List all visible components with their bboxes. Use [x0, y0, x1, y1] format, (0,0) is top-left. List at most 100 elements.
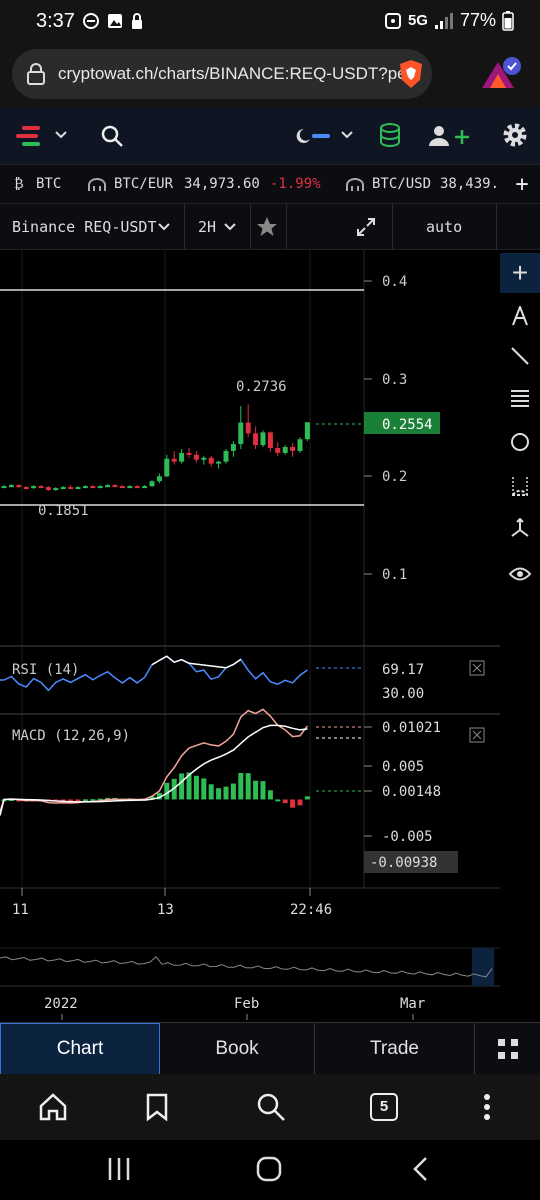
histogram-bar [201, 778, 207, 800]
url-text[interactable]: cryptowat.ch/charts/BINANCE:REQ-USDT?per [58, 64, 418, 84]
last-price-value: 0.2554 [382, 417, 433, 433]
hline-tool[interactable] [500, 378, 540, 418]
candle-body [16, 485, 22, 488]
home-button-icon[interactable] [256, 1156, 282, 1182]
credits-stack-icon[interactable] [378, 122, 402, 150]
candle-body [127, 486, 133, 489]
candle-body [253, 433, 259, 446]
text-a-icon [512, 306, 528, 326]
gear-icon[interactable] [502, 122, 528, 148]
tab-trade[interactable]: Trade [315, 1023, 475, 1075]
rsi-close-button[interactable] [469, 660, 485, 676]
status-time: 3:37 [36, 10, 75, 32]
divider [496, 204, 497, 250]
candle-body [201, 457, 207, 460]
chevron-down-icon[interactable] [54, 130, 68, 140]
candle-body [97, 486, 103, 489]
measure-tool[interactable] [500, 508, 540, 548]
theme-toggle-icon[interactable] [292, 126, 332, 146]
macd-close-button[interactable] [469, 727, 485, 743]
padlock-icon[interactable] [26, 63, 46, 85]
candle-body [245, 422, 251, 434]
add-account-icon[interactable] [428, 124, 472, 148]
candle-body [193, 454, 199, 460]
brave-shield-icon[interactable] [396, 58, 426, 90]
tabs-count-button[interactable]: 5 [370, 1093, 398, 1121]
recent-apps-icon[interactable] [106, 1156, 132, 1182]
gallery-icon [108, 14, 122, 28]
rsi-level: 30.00 [382, 686, 424, 702]
battery-icon [502, 10, 514, 31]
ticker-item-change: -1.99% [270, 176, 321, 192]
bookmark-icon[interactable] [142, 1092, 172, 1122]
signal-icon [434, 12, 453, 29]
navigator-window[interactable] [472, 948, 494, 986]
candle-body [119, 486, 125, 489]
price-tick: 0.3 [382, 372, 407, 388]
add-ticker-button[interactable]: + [504, 167, 540, 203]
candle-body [164, 458, 170, 477]
candle-body [90, 486, 96, 489]
star-icon[interactable] [256, 216, 278, 238]
home-icon[interactable] [38, 1092, 68, 1122]
chart-toolbar: Binance REQ-USDT 2H auto [0, 204, 540, 250]
browser-address-area: cryptowat.ch/charts/BINANCE:REQ-USDT?per [0, 44, 540, 108]
more-tabs-button[interactable] [475, 1023, 540, 1075]
url-bar[interactable]: cryptowat.ch/charts/BINANCE:REQ-USDT?per [12, 49, 432, 99]
price-tick: 0.1 [382, 567, 407, 583]
cryptowatch-logo-icon[interactable] [16, 122, 46, 150]
search-icon[interactable] [256, 1092, 286, 1122]
btc-icon: ₿ [14, 176, 24, 192]
histogram-bar [164, 782, 170, 800]
candlestick-series [1, 404, 310, 491]
chart-canvas[interactable]: 0.4 0.3 0.2 0.1 0.2736 0.1851 0.2554 RSI… [0, 250, 500, 1020]
line-tool[interactable] [500, 336, 540, 376]
navigator[interactable]: 2022 Feb Mar [0, 948, 494, 1020]
circle-icon [511, 433, 529, 451]
fullscreen-icon[interactable] [356, 217, 376, 237]
candle-body [53, 488, 59, 491]
search-icon[interactable] [100, 124, 124, 148]
hotspot-icon [384, 12, 401, 29]
candle-body [223, 450, 229, 462]
brave-rewards-icon[interactable] [478, 54, 522, 94]
interval-selector[interactable]: 2H [198, 218, 216, 236]
fib-tool[interactable] [500, 466, 540, 506]
ticker-item-label[interactable]: BTC [36, 176, 61, 192]
ticker-item-label[interactable]: BTC/EUR [114, 176, 173, 192]
divider [250, 204, 251, 250]
candle-body [38, 486, 44, 489]
candle-body [75, 487, 81, 490]
measure-icon [511, 518, 529, 537]
theme-chevron-icon[interactable] [340, 130, 354, 140]
histogram-value: 0.00148 [382, 784, 441, 800]
market-chevron-icon[interactable] [158, 223, 170, 231]
price-tick: 0.4 [382, 274, 407, 290]
circle-tool[interactable] [500, 422, 540, 462]
visibility-toggle[interactable] [500, 554, 540, 594]
histogram-bar [297, 799, 303, 806]
market-selector[interactable]: Binance REQ-USDT [12, 218, 157, 236]
rsi-value: 69.17 [382, 662, 424, 678]
trendline-icon [511, 347, 529, 365]
price-ticker[interactable]: ₿ BTC BTC/EUR 34,973.60 -1.99% BTC/USD 3… [0, 164, 540, 204]
candle-body [82, 486, 88, 489]
drawing-toolbar: + [500, 250, 540, 1020]
text-tool[interactable] [500, 296, 540, 336]
ticker-item-label[interactable]: BTC/USD [372, 176, 431, 192]
system-nav-bar [0, 1140, 540, 1200]
tab-book[interactable]: Book [160, 1023, 315, 1075]
histogram-bar [304, 796, 310, 800]
tab-chart[interactable]: Chart [0, 1023, 160, 1075]
interval-chevron-icon[interactable] [224, 223, 236, 231]
macd-min-value: -0.00938 [370, 855, 437, 871]
low-label: 0.1851 [38, 503, 89, 519]
status-bar: 3:37 5G 77% [0, 0, 540, 44]
back-icon[interactable] [410, 1156, 432, 1182]
histogram-bar [208, 784, 214, 800]
scale-selector[interactable]: auto [426, 218, 462, 236]
histogram-bar [267, 790, 273, 800]
add-indicator-button[interactable]: + [500, 253, 540, 293]
candle-body [260, 432, 266, 446]
more-options-icon[interactable] [472, 1092, 502, 1122]
